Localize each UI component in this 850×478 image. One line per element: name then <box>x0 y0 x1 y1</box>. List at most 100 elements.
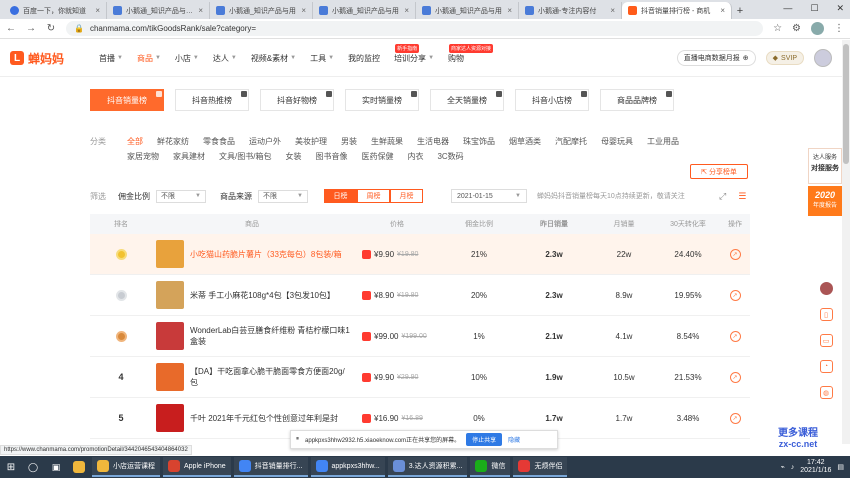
hide-share-button[interactable]: 隐藏 <box>508 435 520 444</box>
browser-tab[interactable]: 小鹅通_知识产品与用 × <box>313 2 416 19</box>
rank-tab[interactable]: 全天销量榜 <box>430 89 504 111</box>
product-name[interactable]: 米蒂 手工小麻花108g*4包【3包发10包】 <box>190 290 335 301</box>
taskbar-item[interactable]: appkpxs3hhw... <box>310 457 385 477</box>
taskbar-item[interactable]: 抖音销量排行... <box>233 457 308 477</box>
headset-icon[interactable]: ◔ <box>819 360 833 373</box>
nav-item[interactable]: 商家达人资源对接 购物 <box>441 40 494 77</box>
trend-icon[interactable]: ↗ <box>729 248 741 260</box>
category-item[interactable]: 烟草酒类 <box>502 134 548 149</box>
ticket-icon[interactable]: ▭ <box>819 334 833 347</box>
category-item[interactable]: 文具/图书/箱包 <box>212 149 278 164</box>
period-option[interactable]: 周榜 <box>357 189 390 203</box>
product-name[interactable]: 【DA】干吃面拿心脆干脆面零食方便面20g/包 <box>190 366 352 388</box>
taskbar-item[interactable]: Apple iPhone <box>163 457 231 477</box>
browser-tab[interactable]: 小鹅通_知识产品与用户 × <box>107 2 210 19</box>
url-field[interactable]: 🔒 chanmama.com/tikGoodsRank/sale?categor… <box>66 21 764 36</box>
category-item[interactable]: 3C数码 <box>430 149 470 164</box>
category-item[interactable]: 医药保健 <box>354 149 400 164</box>
category-item[interactable]: 珠宝饰品 <box>456 134 502 149</box>
category-item[interactable]: 内衣 <box>400 149 430 164</box>
table-row[interactable]: 米蒂 手工小麻花108g*4包【3包发10包】 ¥8.90 ¥19.80 20% 2.3… <box>90 275 750 316</box>
page-scrollbar[interactable] <box>842 40 850 444</box>
profile-avatar[interactable] <box>811 22 824 35</box>
close-window-icon[interactable]: ✕ <box>836 3 844 14</box>
taskbar-item[interactable]: 无烦伴侣 <box>513 457 568 477</box>
product-cell[interactable]: 小吃猫山药脆片薯片（33克每包）8包装/箱 <box>152 240 352 268</box>
user-avatar[interactable] <box>814 49 832 67</box>
maximize-icon[interactable]: ☐ <box>810 3 818 14</box>
browser-tab[interactable]: 百度一下，你就知道 × <box>4 2 107 19</box>
close-tab-icon[interactable]: × <box>95 6 100 15</box>
nav-item[interactable]: 工具 ▼ <box>303 40 341 77</box>
category-item[interactable]: 女装 <box>278 149 308 164</box>
nav-item[interactable]: 我的监控 <box>341 40 387 77</box>
rank-tab[interactable]: 抖音小店榜 <box>515 89 589 111</box>
category-item[interactable]: 零食食品 <box>196 134 242 149</box>
nav-item[interactable]: 新手指南 培训分享 ▼ <box>387 40 441 77</box>
product-thumbnail[interactable] <box>156 404 184 432</box>
nav-item[interactable]: 达人 ▼ <box>206 40 244 77</box>
product-name[interactable]: 小吃猫山药脆片薯片（33克每包）8包装/箱 <box>190 249 342 260</box>
task-view-icon[interactable]: ▣ <box>46 457 66 477</box>
mobile-icon[interactable]: ▯ <box>819 308 833 321</box>
new-tab-button[interactable]: + <box>732 2 748 19</box>
taskbar-item[interactable]: 微信 <box>470 457 511 477</box>
category-item[interactable]: 鲜花家纺 <box>150 134 196 149</box>
taskbar-item[interactable]: 小店运营课程 <box>92 457 160 477</box>
volume-icon[interactable]: ♪ <box>791 464 795 471</box>
nav-item[interactable]: 商品 ▼ <box>130 40 168 77</box>
bookmark-star-icon[interactable]: ☆ <box>773 23 782 34</box>
rank-tab[interactable]: 实时销量榜 <box>345 89 419 111</box>
clock[interactable]: 17:42 2021/1/16 <box>800 459 831 475</box>
trend-icon[interactable]: ↗ <box>729 330 741 342</box>
scrollbar-thumb[interactable] <box>843 44 849 164</box>
close-tab-icon[interactable]: × <box>404 6 409 15</box>
category-item[interactable]: 运动户外 <box>242 134 288 149</box>
browser-tab[interactable]: 小鹅通_知识产品与用 × <box>210 2 313 19</box>
category-item[interactable]: 生鲜蔬果 <box>364 134 410 149</box>
windows-start-icon[interactable]: ⊞ <box>2 458 20 476</box>
date-picker[interactable]: 2021-01-15 ▼ <box>451 189 527 203</box>
rank-tab[interactable]: 抖音热推榜 <box>175 89 249 111</box>
taskbar-item[interactable]: 3.达人资源积累... <box>387 457 468 477</box>
category-item[interactable]: 工业用品 <box>640 134 686 149</box>
table-row[interactable]: WonderLab白芸豆膳食纤维粉 青桔柠檬口味1盒装 ¥99.00 ¥199.00… <box>90 316 750 357</box>
browser-menu-icon[interactable]: ⋮ <box>834 23 844 34</box>
forward-icon[interactable]: → <box>26 23 36 34</box>
close-tab-icon[interactable]: × <box>720 6 725 15</box>
expand-icon[interactable]: ⤢ <box>719 191 726 202</box>
site-logo[interactable]: L 蝉妈妈 <box>10 50 82 67</box>
trend-icon[interactable]: ↗ <box>729 289 741 301</box>
nav-item[interactable]: 视频&素材 ▼ <box>244 40 303 77</box>
category-item[interactable]: 图书音像 <box>308 149 354 164</box>
search-icon[interactable]: ◯ <box>23 457 43 477</box>
product-cell[interactable]: WonderLab白芸豆膳食纤维粉 青桔柠檬口味1盒装 <box>152 322 352 350</box>
category-item[interactable]: 母婴玩具 <box>594 134 640 149</box>
back-icon[interactable]: ← <box>6 23 16 34</box>
category-item[interactable]: 生活电器 <box>410 134 456 149</box>
notification-icon[interactable]: ▤ <box>837 463 844 471</box>
share-rank-button[interactable]: ⇱ 分享榜单 <box>690 164 748 179</box>
wechat-icon[interactable]: ◍ <box>819 386 833 399</box>
annual-report-promo[interactable]: 2020 年度报告 <box>808 186 842 216</box>
close-tab-icon[interactable]: × <box>610 6 615 15</box>
rank-tab[interactable]: 商品品牌榜 <box>600 89 674 111</box>
avatar-photo-icon[interactable] <box>819 282 833 295</box>
browser-tab[interactable]: 抖音销量排行榜 - 商机 × <box>622 2 732 19</box>
category-item[interactable]: 全部 <box>120 134 150 149</box>
browser-tab[interactable]: 小鹅通_知识产品与用 × <box>416 2 519 19</box>
rank-tab[interactable]: 抖音好物榜 <box>260 89 334 111</box>
category-item[interactable]: 汽配摩托 <box>548 134 594 149</box>
network-icon[interactable]: ⌁ <box>781 463 785 471</box>
rank-tab[interactable]: 抖音销量榜 <box>90 89 164 111</box>
side-service-widget[interactable]: 达人服务 对接服务 <box>808 148 842 184</box>
close-tab-icon[interactable]: × <box>507 6 512 15</box>
close-tab-icon[interactable]: × <box>301 6 306 15</box>
category-item[interactable]: 美妆护理 <box>288 134 334 149</box>
table-row[interactable]: 4 【DA】干吃面拿心脆干脆面零食方便面20g/包 ¥9.90 ¥29.90 10% 1.… <box>90 357 750 398</box>
source-select[interactable]: 不限 ▼ <box>258 189 308 203</box>
category-item[interactable]: 家具建材 <box>166 149 212 164</box>
reload-icon[interactable]: ↻ <box>46 23 56 34</box>
list-view-icon[interactable]: ☰ <box>738 191 746 202</box>
live-report-button[interactable]: 直播电商数据月报 ⊕ <box>676 50 756 66</box>
